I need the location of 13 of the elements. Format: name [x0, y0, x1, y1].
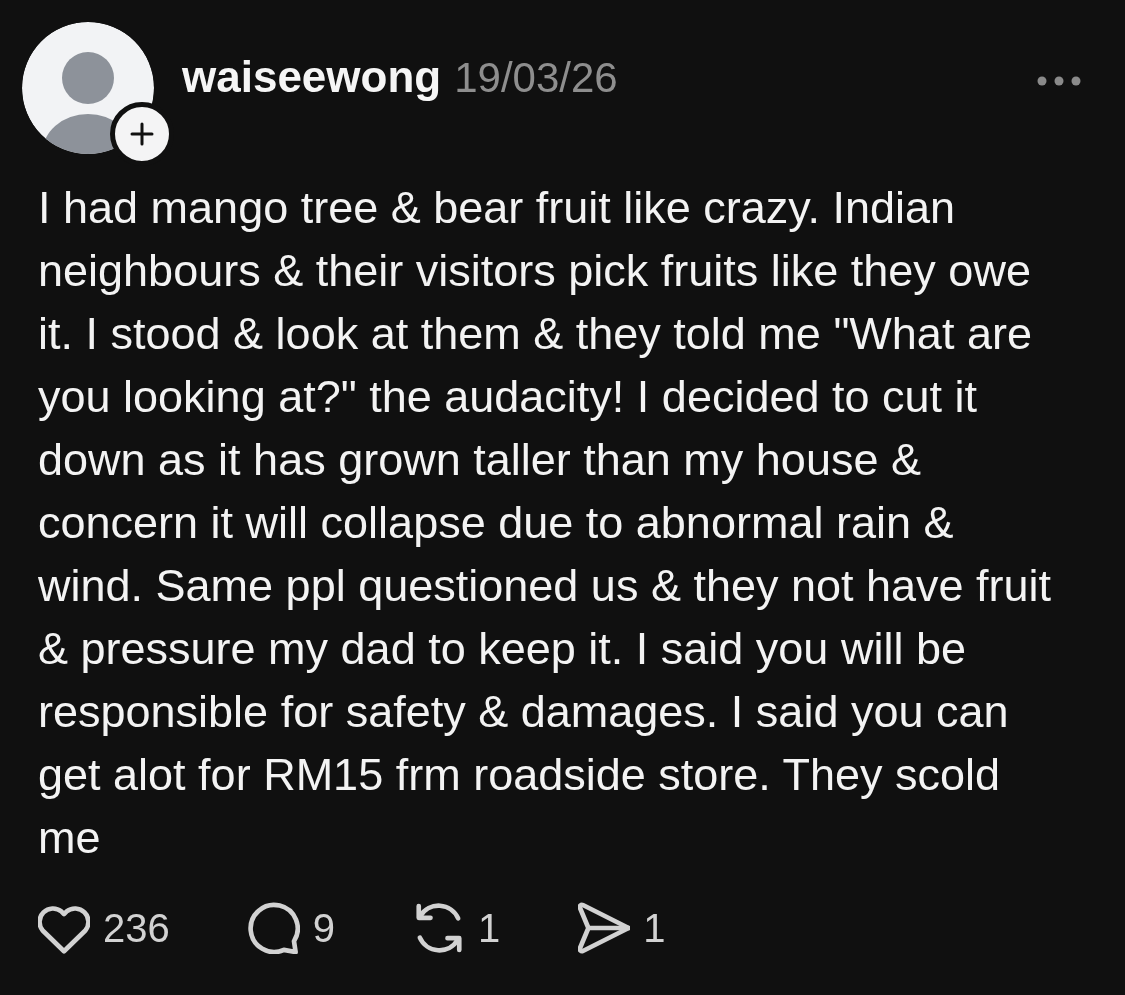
circular-arrows-icon: [413, 902, 465, 954]
post-date: 19/03/26: [454, 53, 618, 103]
post-text: I had mango tree & bear fruit like crazy. Indian neighbours & their visitors pick fruits like they owe it. I stood & look at them & they told me "What are you looking at?" the audacity! I decided to cut it down as it has grown taller than my house & concern it will collapse due to abnormal rain & wind. Same ppl questioned us & they not have fruit & pressure my dad to keep it. I said you will be responsible for safety & damages. I said you can get alot for RM15 frm roadside store. They scold me: [38, 181, 1053, 865]
repost-button[interactable]: 1: [413, 902, 501, 954]
more-icon: [1037, 75, 1081, 87]
comment-button[interactable]: 9: [247, 902, 335, 954]
paper-plane-icon: [578, 902, 631, 954]
speech-bubble-icon: [247, 902, 300, 954]
share-button[interactable]: 1: [578, 902, 666, 954]
more-button[interactable]: [1037, 75, 1081, 87]
username-link[interactable]: waiseewong: [182, 51, 442, 104]
like-button[interactable]: 236: [38, 902, 170, 954]
plus-icon: [130, 122, 154, 146]
